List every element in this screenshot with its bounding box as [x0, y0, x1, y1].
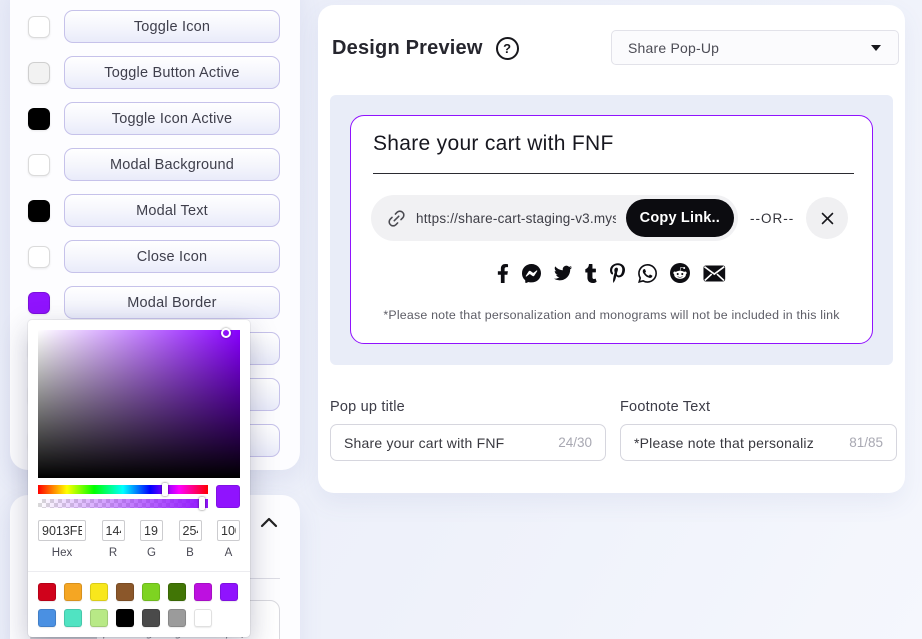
modal-close-button[interactable]	[806, 197, 849, 239]
color-picker-popup: Hex R G B A	[28, 320, 250, 637]
color-value-row: Hex R G B A	[38, 520, 240, 559]
red-input[interactable]	[101, 520, 125, 541]
toggle-icon-button[interactable]: Toggle Icon	[64, 10, 280, 43]
close-icon-button[interactable]: Close Icon	[64, 240, 280, 273]
design-preview-header: Design Preview ?	[332, 37, 519, 60]
blue-label: B	[186, 547, 194, 559]
alpha-cursor[interactable]	[198, 497, 205, 510]
messenger-icon[interactable]	[522, 263, 542, 283]
popup-title-value: Share your cart with FNF	[344, 434, 505, 451]
preset-color[interactable]	[38, 583, 56, 601]
copy-link-button[interactable]: Copy Link..	[625, 199, 734, 237]
hex-label: Hex	[51, 547, 73, 559]
preset-color[interactable]	[168, 583, 186, 601]
popup-title-input[interactable]: Share your cart with FNF 24/30	[330, 424, 606, 461]
caret-down-icon	[871, 44, 881, 51]
footnote-text-label: Footnote Text	[620, 399, 711, 415]
style-row-modal-text: Modal Text	[28, 194, 280, 227]
saturation-cursor[interactable]	[221, 328, 231, 338]
style-row-toggle-icon-active: Toggle Icon Active	[28, 102, 280, 135]
footnote-text-value: *Please note that personaliz	[634, 434, 814, 451]
modal-border-button[interactable]: Modal Border	[64, 286, 280, 319]
preset-color[interactable]	[168, 609, 186, 627]
style-row-toggle-icon: Toggle Icon	[28, 10, 280, 43]
preset-color-grid	[38, 572, 240, 627]
color-swatch-toggle-button-active[interactable]	[28, 61, 50, 84]
preset-color[interactable]	[142, 583, 160, 601]
style-row-modal-border: Modal Border	[28, 286, 280, 319]
preset-color[interactable]	[38, 609, 56, 627]
popup-title-field: Pop up title Share your cart with FNF 24…	[330, 399, 606, 461]
green-input[interactable]	[140, 520, 163, 541]
social-share-row	[351, 259, 872, 287]
preview-type-select[interactable]: Share Pop-Up	[611, 30, 899, 65]
preset-color[interactable]	[220, 583, 238, 601]
pinterest-icon[interactable]	[610, 263, 626, 283]
footnote-text-field: Footnote Text *Please note that personal…	[620, 399, 897, 461]
current-color-preview	[216, 485, 240, 508]
tumblr-icon[interactable]	[585, 263, 597, 283]
share-modal-preview: Share your cart with FNF https://share-c…	[350, 115, 873, 344]
alpha-slider[interactable]	[38, 497, 208, 510]
preset-color[interactable]	[116, 609, 134, 627]
preset-color[interactable]	[64, 583, 82, 601]
hue-cursor[interactable]	[162, 483, 169, 496]
share-link-row: https://share-cart-staging-v3.mys Copy L…	[371, 195, 858, 241]
color-swatch-modal-border[interactable]	[28, 291, 50, 314]
modal-text-button[interactable]: Modal Text	[64, 194, 280, 227]
preset-color[interactable]	[116, 583, 134, 601]
title-underline	[373, 173, 854, 174]
app-stage: Toggle Icon Toggle Button Active Toggle …	[0, 0, 922, 639]
popup-title-counter: 24/30	[558, 435, 592, 450]
preset-color[interactable]	[64, 609, 82, 627]
preview-canvas: Share your cart with FNF https://share-c…	[330, 95, 893, 365]
facebook-icon[interactable]	[497, 263, 509, 283]
reddit-icon[interactable]	[670, 263, 691, 283]
preset-color[interactable]	[90, 583, 108, 601]
link-icon	[388, 209, 405, 227]
color-swatch-toggle-icon-active[interactable]	[28, 107, 50, 130]
share-modal-title: Share your cart with FNF	[373, 132, 614, 155]
preset-color[interactable]	[142, 609, 160, 627]
preset-color[interactable]	[194, 609, 212, 627]
page-title: Design Preview	[332, 37, 483, 59]
footnote-text-counter: 81/85	[849, 435, 883, 450]
toggle-button-active-button[interactable]: Toggle Button Active	[64, 56, 280, 89]
style-row-toggle-button-active: Toggle Button Active	[28, 56, 280, 89]
color-swatch-toggle-icon[interactable]	[28, 15, 50, 38]
red-label: R	[108, 547, 118, 559]
share-modal-footnote: *Please note that personalization and mo…	[383, 308, 840, 322]
blue-input[interactable]	[178, 520, 202, 541]
share-url-text[interactable]: https://share-cart-staging-v3.mys	[416, 211, 616, 226]
color-swatch-modal-background[interactable]	[28, 153, 50, 176]
hex-input[interactable]	[38, 520, 86, 541]
design-preview-panel: Design Preview ? Share Pop-Up Share your…	[318, 5, 905, 493]
saturation-area[interactable]	[38, 328, 240, 478]
green-label: G	[147, 547, 156, 559]
preview-type-value: Share Pop-Up	[628, 39, 720, 56]
color-swatch-modal-text[interactable]	[28, 199, 50, 222]
alpha-input[interactable]	[217, 520, 240, 541]
email-icon[interactable]	[703, 264, 726, 282]
style-row-modal-background: Modal Background	[28, 148, 280, 181]
or-separator: --OR--	[750, 210, 795, 226]
footnote-text-input[interactable]: *Please note that personaliz 81/85	[620, 424, 897, 461]
preset-color[interactable]	[90, 609, 108, 627]
twitter-icon[interactable]	[554, 264, 573, 282]
chevron-up-icon[interactable]	[260, 515, 278, 529]
color-swatch-close-icon[interactable]	[28, 245, 50, 268]
help-icon[interactable]: ?	[495, 37, 519, 60]
close-x-icon	[821, 212, 834, 224]
modal-background-button[interactable]: Modal Background	[64, 148, 280, 181]
preset-color[interactable]	[194, 583, 212, 601]
style-row-close-icon: Close Icon	[28, 240, 280, 273]
whatsapp-icon[interactable]	[638, 263, 658, 283]
alpha-label: A	[224, 547, 233, 559]
hue-slider[interactable]	[38, 483, 208, 496]
toggle-icon-active-button[interactable]: Toggle Icon Active	[64, 102, 280, 135]
share-link-pill: https://share-cart-staging-v3.mys Copy L…	[371, 195, 738, 241]
popup-title-label: Pop up title	[330, 399, 405, 415]
